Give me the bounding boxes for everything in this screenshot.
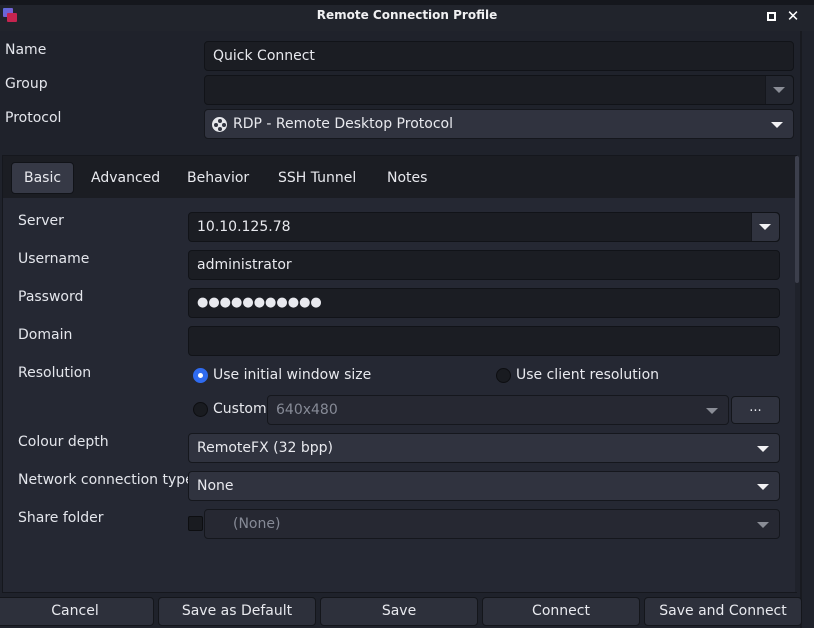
network-type-label: Network connection type [18,472,194,488]
chevron-down-icon [757,484,769,490]
title-bar: Remote Connection Profile ✕ [0,5,814,31]
window-edge [800,31,802,628]
share-folder-value: (None) [233,516,281,532]
tab-behavior[interactable]: Behavior [175,162,261,194]
tab-basic[interactable]: Basic [11,162,75,194]
password-label: Password [18,289,84,305]
chevron-down-icon [757,446,769,452]
scrollbar-thumb[interactable] [795,156,799,283]
tab-bar: Basic Advanced Behavior SSH Tunnel Notes [3,156,796,198]
connect-button[interactable]: Connect [482,597,640,626]
tab-advanced[interactable]: Advanced [79,162,172,194]
domain-input[interactable] [188,326,780,356]
domain-label: Domain [18,327,73,343]
network-type-value: None [197,478,234,494]
network-type-select[interactable]: None [188,471,780,501]
radio-initial-window-size[interactable] [193,368,208,383]
resolution-label: Resolution [18,365,92,381]
chevron-down-icon [771,122,783,128]
chevron-down-icon [757,522,769,528]
radio-client-resolution-label[interactable]: Use client resolution [516,367,659,383]
protocol-label: Protocol [5,110,62,126]
custom-resolution-select[interactable]: 640x480 [267,395,729,425]
colour-depth-select[interactable]: RemoteFX (32 bpp) [188,433,780,463]
share-folder-checkbox[interactable] [188,516,203,531]
server-value: 10.10.125.78 [197,219,291,235]
custom-resolution-value: 640x480 [276,402,338,418]
window-title: Remote Connection Profile [316,8,498,22]
username-label: Username [18,251,90,267]
radio-client-resolution[interactable] [496,368,511,383]
close-button[interactable]: ✕ [786,7,800,25]
custom-resolution-edit-button[interactable]: ... [731,396,780,424]
group-dropdown-button[interactable] [765,76,793,104]
password-input[interactable]: ●●●●●●●●●●● [188,288,780,318]
share-folder-select[interactable]: (None) [204,509,780,539]
save-as-default-button[interactable]: Save as Default [158,597,316,626]
maximize-button[interactable] [764,9,778,23]
colour-depth-label: Colour depth [18,434,109,450]
server-label: Server [18,213,64,229]
chevron-down-icon [773,87,785,93]
save-and-connect-button[interactable]: Save and Connect [644,597,802,626]
group-label: Group [5,76,48,92]
name-label: Name [5,42,47,58]
radio-custom-resolution[interactable] [193,402,208,417]
server-combo[interactable]: 10.10.125.78 [188,212,780,242]
tab-ssh-tunnel[interactable]: SSH Tunnel [266,162,368,194]
close-icon: ✕ [786,7,800,25]
name-input[interactable]: Quick Connect [204,41,794,71]
protocol-value: RDP - Remote Desktop Protocol [233,116,453,132]
server-dropdown-button[interactable] [751,213,779,241]
protocol-select[interactable]: RDP - Remote Desktop Protocol [204,109,794,139]
group-combo[interactable] [204,75,794,105]
chevron-down-icon [706,408,718,414]
share-folder-label: Share folder [18,510,104,526]
radio-initial-window-size-label[interactable]: Use initial window size [213,367,371,383]
cancel-button[interactable]: Cancel [0,597,154,626]
radio-custom-resolution-label[interactable]: Custom [213,401,267,417]
username-input[interactable]: administrator [188,250,780,280]
save-button[interactable]: Save [320,597,478,626]
colour-depth-value: RemoteFX (32 bpp) [197,440,333,456]
maximize-icon [766,11,776,21]
tab-notes[interactable]: Notes [375,162,439,194]
rdp-protocol-icon [212,117,227,132]
chevron-down-icon [759,224,771,230]
